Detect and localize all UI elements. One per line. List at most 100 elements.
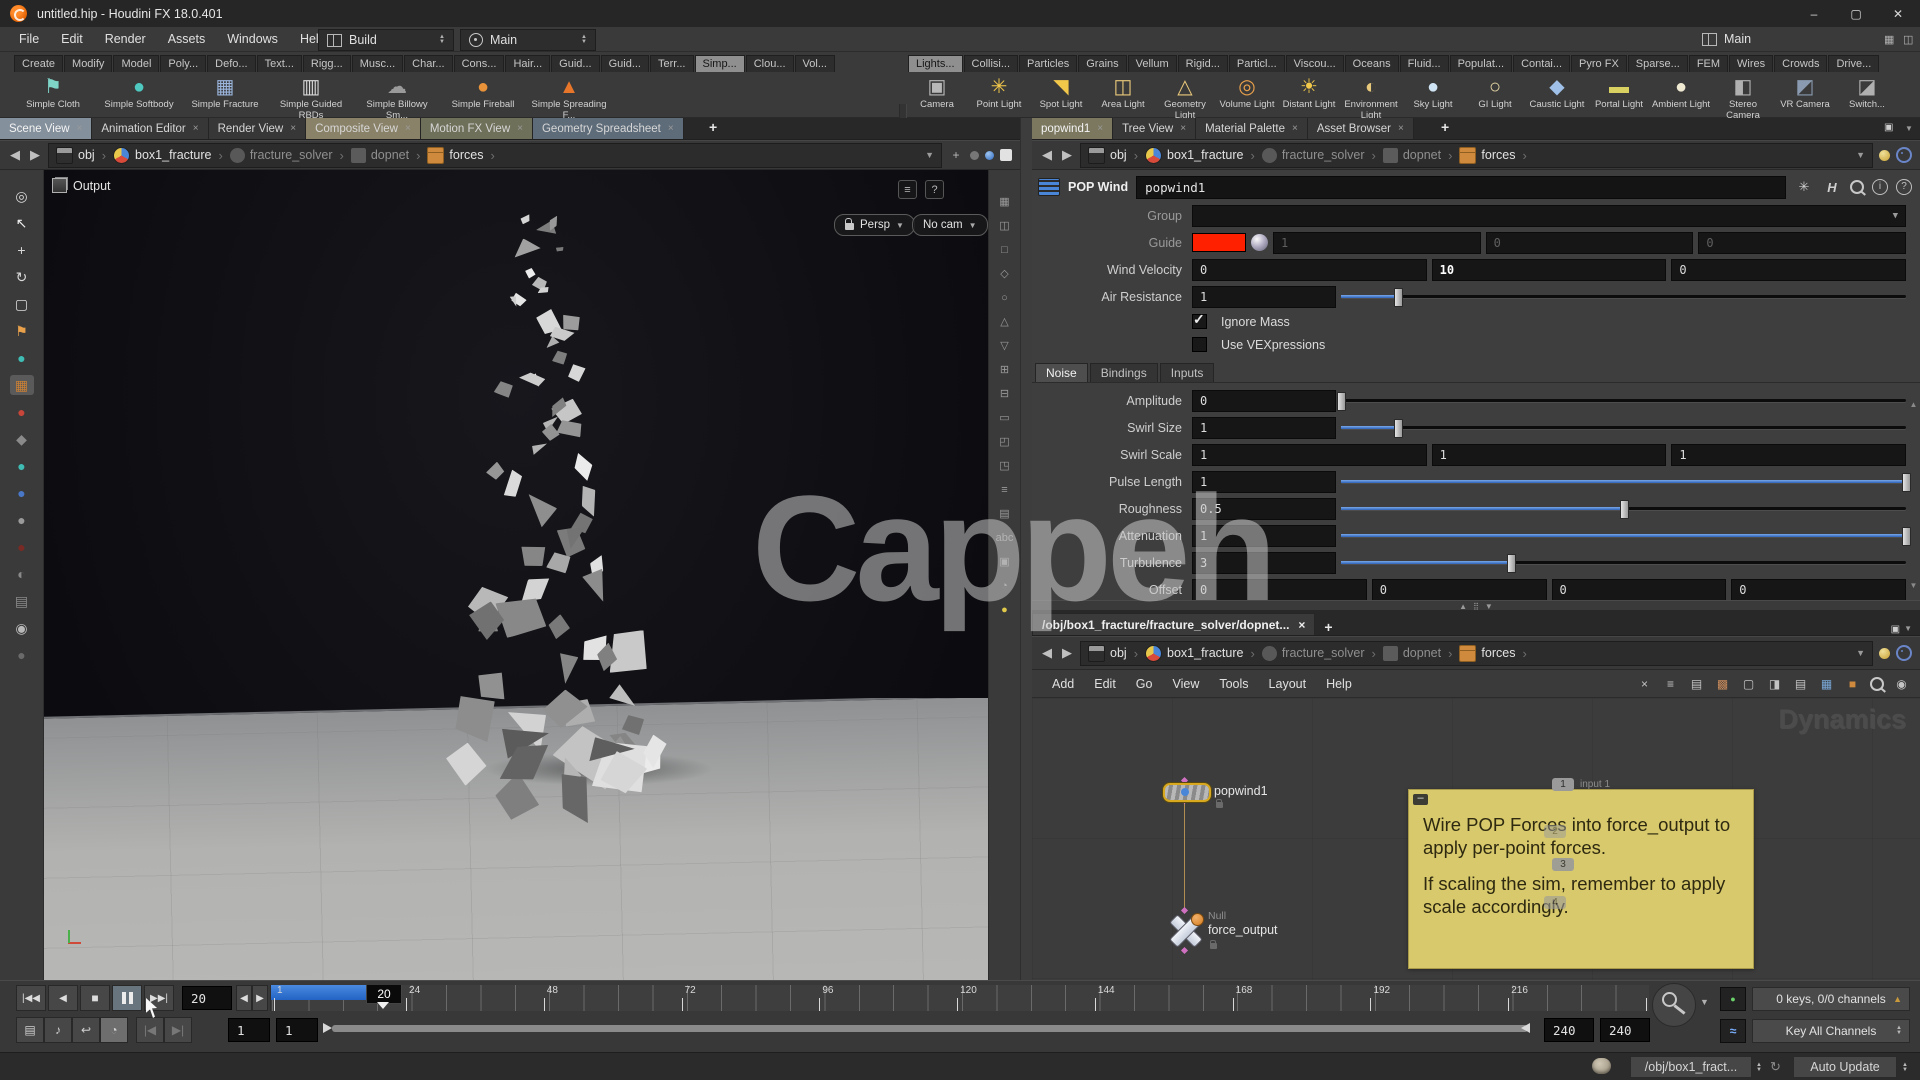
shelf-tab[interactable]: Guid... — [551, 55, 599, 72]
layout-split-icon[interactable]: ◫ — [1903, 33, 1913, 46]
camera-select-button[interactable]: No cam▼ — [912, 214, 988, 236]
close-tab-icon[interactable]: × — [1398, 123, 1404, 134]
follow-network-icon[interactable] — [1896, 147, 1912, 163]
network-menu-item[interactable]: Layout — [1259, 677, 1317, 691]
shelf-tab[interactable]: Contai... — [1513, 55, 1570, 72]
back-arrow-icon[interactable]: ◀ — [1040, 645, 1054, 661]
shelf-tool[interactable]: ● Simple Softbody — [96, 75, 182, 121]
shelf-tool[interactable]: ☀ Distant Light — [1278, 75, 1340, 121]
output-flag-icon[interactable] — [1191, 913, 1204, 926]
shelf-tab[interactable]: Guid... — [601, 55, 649, 72]
visualizer-icon[interactable]: ▤ — [995, 506, 1015, 521]
folder-tab[interactable]: Bindings — [1090, 363, 1158, 382]
shelf-tab[interactable]: Crowds — [1774, 55, 1827, 72]
softbody-tool-icon[interactable]: ● — [10, 348, 34, 368]
close-tab-icon[interactable]: × — [1292, 123, 1298, 134]
breadcrumb-item[interactable]: fracture_solver › — [1262, 148, 1378, 163]
shelf-tool[interactable]: ▥ Simple Guided RBDs — [268, 75, 354, 121]
forward-arrow-icon[interactable]: ▶ — [1060, 645, 1074, 661]
breadcrumb-item[interactable]: box1_fracture › — [113, 147, 225, 164]
shelf-tab[interactable]: Vol... — [795, 55, 835, 72]
playbar-options-icon[interactable]: ▤ — [16, 1017, 44, 1043]
shelf-tab[interactable]: Defo... — [207, 55, 255, 72]
shelf-tab[interactable]: Text... — [257, 55, 302, 72]
shelf-tab[interactable]: Hair... — [505, 55, 550, 72]
roughness-field[interactable]: 0.5 — [1192, 498, 1336, 520]
attenuation-field[interactable]: 1 — [1192, 525, 1336, 547]
menu-item[interactable]: File — [8, 32, 50, 46]
node-popwind1[interactable] — [1163, 783, 1211, 802]
shelf-tab[interactable]: Poly... — [160, 55, 206, 72]
pulse-length-slider[interactable] — [1341, 471, 1906, 492]
param-scrollbar[interactable]: ▲▼ — [1907, 400, 1920, 590]
pane-tab[interactable]: Animation Editor × — [92, 118, 208, 139]
swirl-scale-y-field[interactable]: 1 — [1432, 444, 1667, 466]
close-tab-icon[interactable]: × — [405, 123, 411, 134]
close-tab-icon[interactable]: × — [1298, 618, 1305, 632]
follow-network-icon[interactable] — [1896, 645, 1912, 661]
menu-item[interactable]: Render — [94, 32, 157, 46]
pane-tab[interactable]: Render View × — [209, 118, 306, 139]
current-node-path[interactable]: /obj/box1_fract... — [1630, 1056, 1752, 1078]
shelf-tool[interactable]: ◥ Spot Light — [1030, 75, 1092, 121]
close-tab-icon[interactable]: × — [1097, 123, 1103, 134]
grid-toggle-icon[interactable]: ▦ — [995, 194, 1015, 209]
display-options-list-icon[interactable]: ≡ — [995, 482, 1015, 497]
right-desktop-selector[interactable]: Main — [1694, 29, 1806, 49]
shelf-tool[interactable]: ● Ambient Light — [1650, 75, 1712, 121]
pane-tab[interactable]: Tree View × — [1113, 118, 1196, 139]
network-menu-item[interactable]: Tools — [1209, 677, 1258, 691]
loop-mode-icon[interactable]: ↩ — [72, 1017, 100, 1043]
node-force-output[interactable] — [1167, 912, 1203, 948]
shelf-tab[interactable]: Viscou... — [1286, 55, 1344, 72]
attenuation-slider[interactable] — [1341, 525, 1906, 546]
range-start-sub-field[interactable]: 1 — [276, 1018, 318, 1042]
folder-tab[interactable]: Noise — [1035, 363, 1088, 382]
rbd-sphere-icon[interactable]: ● — [10, 402, 34, 422]
character-icon[interactable]: ● — [10, 483, 34, 503]
breadcrumb-item[interactable]: obj › — [1088, 645, 1140, 662]
shelf-tool[interactable]: ▬ Portal Light — [1588, 75, 1650, 121]
shelf-tab[interactable]: Wires — [1729, 55, 1773, 72]
guide-x-field[interactable]: 1 — [1273, 232, 1481, 254]
new-pane-tab-button[interactable]: + — [1432, 119, 1458, 135]
audio-options-icon[interactable]: ♪ — [44, 1017, 72, 1043]
turbulence-slider[interactable] — [1341, 552, 1906, 573]
gray-sphere-icon[interactable]: ● — [10, 510, 34, 530]
shelf-tab[interactable]: Sparse... — [1628, 55, 1688, 72]
network-menu-item[interactable]: Help — [1316, 677, 1362, 691]
select-tool-icon[interactable]: ↖ — [10, 213, 34, 233]
breadcrumb[interactable]: obj › box1_fracture › fracture_solver › … — [1080, 143, 1873, 168]
close-tab-icon[interactable]: × — [668, 123, 674, 134]
timeline-ruler[interactable]: 20 124487296120144168192216240 — [270, 985, 1649, 1011]
pane-tab[interactable]: Material Palette × — [1196, 118, 1308, 139]
key-mode-selector[interactable]: Key All Channels ▲▼ — [1752, 1019, 1910, 1043]
breadcrumb-item[interactable]: dopnet › — [351, 148, 423, 163]
shelf-tool[interactable]: ◪ Switch... — [1836, 75, 1898, 121]
timing-icon[interactable]: ◔ — [995, 578, 1015, 593]
new-pane-tab-button[interactable]: + — [700, 119, 726, 135]
shelf-tool[interactable]: ◎ Volume Light — [1216, 75, 1278, 121]
panel-icon[interactable]: ▤ — [10, 591, 34, 611]
forward-arrow-icon[interactable]: ▶ — [1060, 147, 1074, 163]
pin-icon[interactable]: + — [948, 147, 964, 163]
layout-grid-icon[interactable]: ▦ — [1884, 33, 1894, 46]
smooth-shade-icon[interactable]: ○ — [995, 290, 1015, 305]
shelf-tab[interactable]: Grains — [1078, 55, 1126, 72]
breadcrumb-item[interactable]: box1_fracture › — [1145, 645, 1257, 662]
help-icon[interactable]: ? — [1896, 179, 1912, 195]
breadcrumb-item[interactable]: forces › — [1459, 645, 1528, 662]
text-overlay-icon[interactable]: abc — [995, 530, 1015, 545]
breadcrumb-item[interactable]: dopnet › — [1383, 646, 1455, 661]
color-picker-icon[interactable] — [1251, 234, 1268, 251]
chevron-down-icon[interactable]: ▼ — [1856, 150, 1865, 160]
swirl-scale-z-field[interactable]: 1 — [1671, 444, 1906, 466]
minimize-button[interactable]: – — [1800, 7, 1828, 21]
amplitude-slider[interactable] — [1341, 390, 1906, 411]
offset-4-field[interactable]: 0 — [1731, 579, 1906, 601]
pane-menu-icon[interactable]: ▼ — [1905, 124, 1913, 133]
shelf-tab[interactable]: Rigid... — [1178, 55, 1228, 72]
display-points-icon[interactable]: ▽ — [995, 338, 1015, 353]
network-menu-item[interactable]: Go — [1126, 677, 1163, 691]
next-keyframe-button[interactable]: ▶| — [164, 1017, 192, 1043]
